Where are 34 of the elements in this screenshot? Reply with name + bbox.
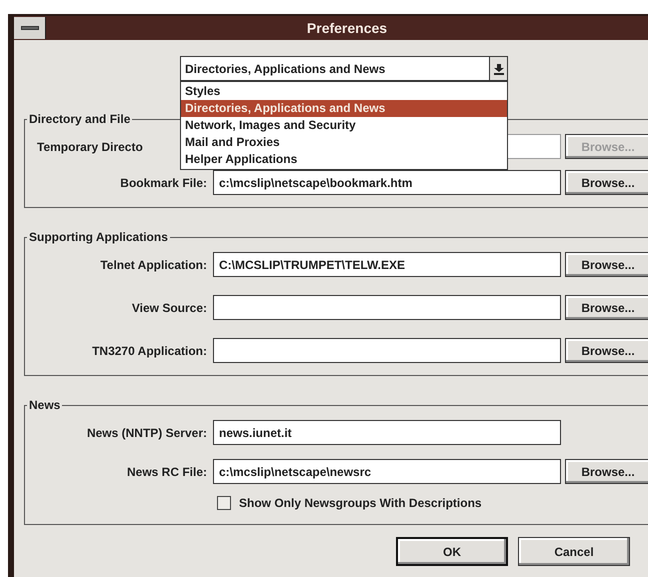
field-label: News RC File: (126, 464, 208, 480)
group-title: News (29, 398, 60, 412)
browse-button[interactable]: Browse... (565, 338, 648, 363)
field-label: Temporary Directo (37, 138, 144, 156)
dialog-button[interactable]: Cancel (518, 537, 630, 566)
text-field[interactable]: C:\MCSLIP\TRUMPET\TELW.EXE (213, 252, 561, 277)
browse-button[interactable]: Browse... (565, 252, 648, 277)
checkbox-label: Show Only Newsgroups With Descriptions (239, 495, 482, 512)
dropdown-option[interactable]: Mail and Proxies (181, 134, 507, 151)
browse-button[interactable]: Browse... (565, 295, 648, 320)
text-field[interactable]: c:\mcslip\netscape\bookmark.htm (213, 170, 561, 195)
field-label: News (NNTP) Server: (86, 424, 208, 442)
checkbox[interactable] (217, 496, 231, 510)
system-menu-button[interactable] (14, 17, 46, 39)
dialog-button[interactable]: OK (396, 537, 508, 566)
minus-icon (20, 26, 38, 30)
text-field[interactable] (213, 295, 561, 320)
text-field[interactable] (213, 338, 561, 363)
dropdown-option[interactable]: Directories, Applications and News (181, 100, 507, 117)
field-label: Bookmark File: (120, 174, 208, 192)
group-title: Supporting Applications (29, 230, 168, 244)
text-field[interactable]: news.iunet.it (213, 420, 561, 445)
category-dropdown[interactable]: Directories, Applications and News (180, 56, 508, 81)
dropdown-option[interactable]: Network, Images and Security (181, 117, 507, 134)
dropdown-option[interactable]: Styles (181, 83, 507, 100)
window-title: Preferences (306, 18, 388, 38)
field-label: View Source: (132, 300, 208, 316)
field-label: Telnet Application: (100, 256, 208, 274)
dropdown-option[interactable]: Helper Applications (181, 151, 507, 168)
field-label: TN3270 Application: (92, 342, 208, 360)
browse-button[interactable]: Browse... (565, 459, 648, 484)
browse-button[interactable]: Browse... (565, 170, 648, 195)
group-title: Directory and File (29, 112, 130, 126)
text-field[interactable]: c:\mcslip\netscape\newsrc (213, 459, 561, 484)
